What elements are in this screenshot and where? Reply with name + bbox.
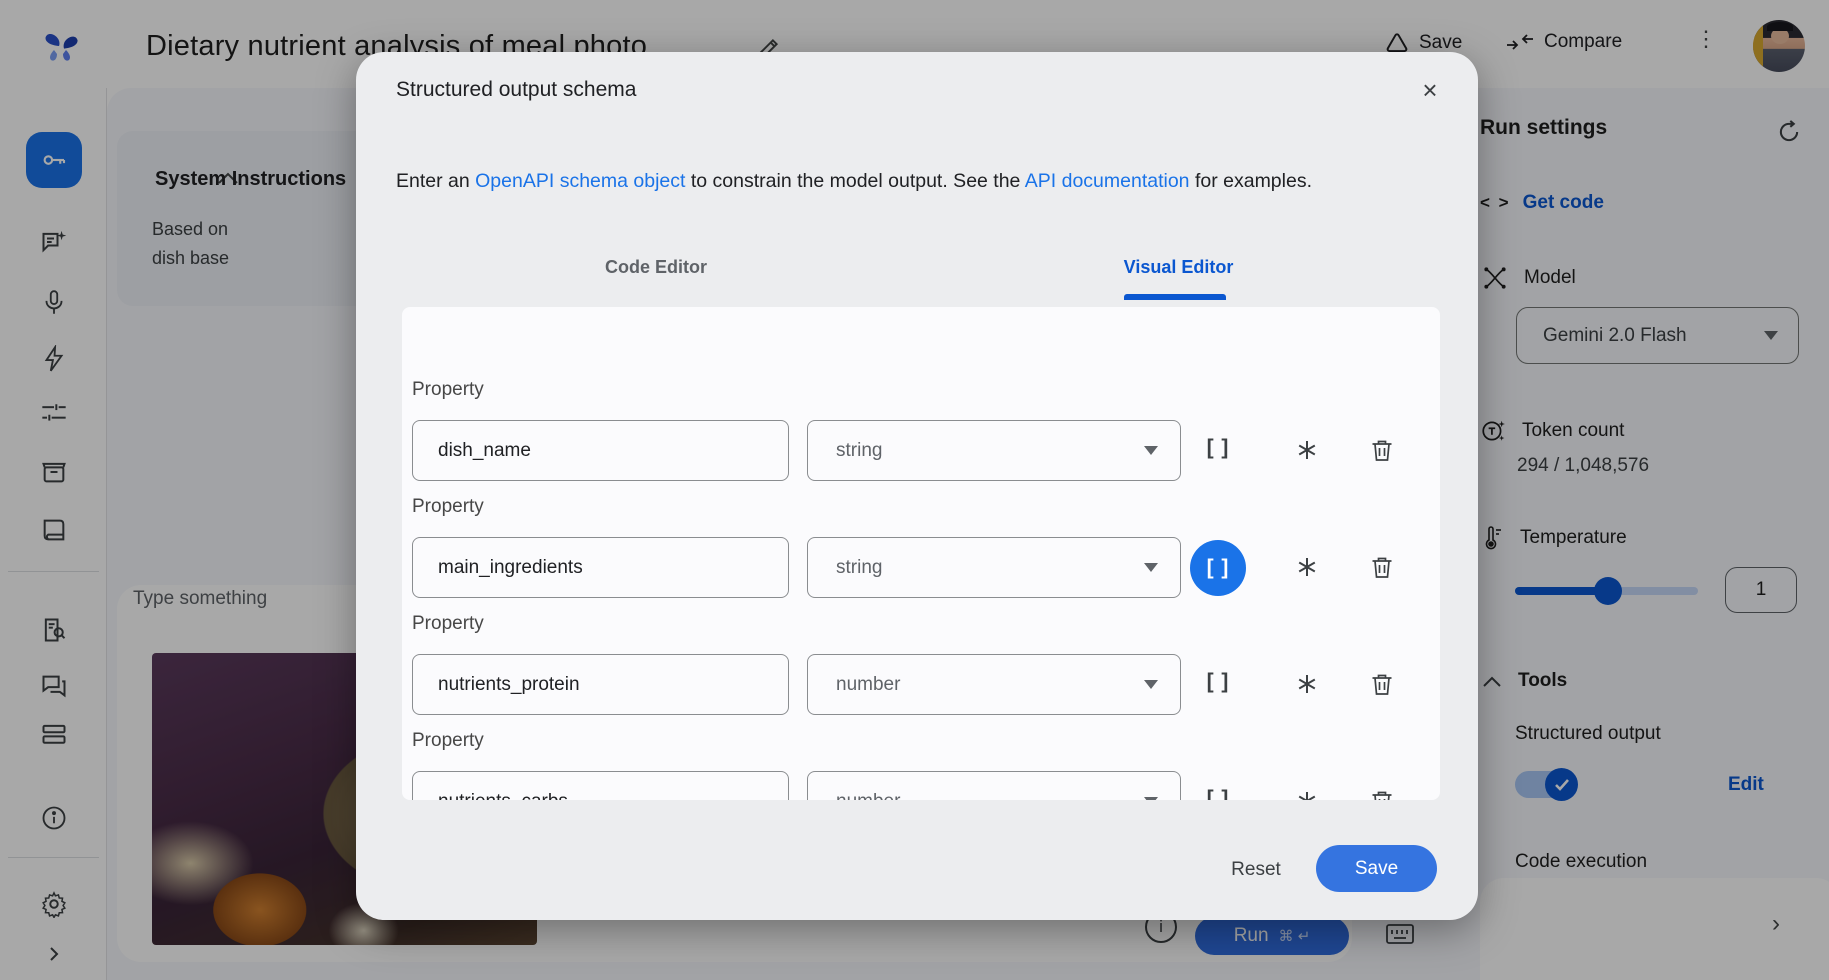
schema-properties-panel: Property string [ ] Property string [ ]: [402, 307, 1440, 800]
required-asterisk-button[interactable]: [1292, 435, 1322, 465]
reset-button[interactable]: Reset: [1216, 847, 1296, 892]
dialog-save-button[interactable]: Save: [1316, 845, 1437, 892]
api-documentation-link[interactable]: API documentation: [1025, 170, 1190, 192]
property-label: Property: [412, 613, 484, 635]
active-tab-underline: [1124, 294, 1226, 300]
property-type-select[interactable]: string: [807, 537, 1181, 598]
chevron-down-icon: [1144, 563, 1158, 572]
chevron-down-icon: [1144, 446, 1158, 455]
dialog-description: Enter an OpenAPI schema object to constr…: [396, 170, 1312, 193]
property-type-select[interactable]: string: [807, 420, 1181, 481]
tab-code-editor[interactable]: Code Editor: [596, 257, 716, 278]
property-name-input[interactable]: [412, 654, 789, 715]
array-toggle-button-active[interactable]: [ ]: [1190, 540, 1246, 596]
openapi-schema-link[interactable]: OpenAPI schema object: [475, 170, 685, 192]
array-toggle-button[interactable]: [ ]: [1190, 654, 1246, 710]
property-name-input[interactable]: [412, 537, 789, 598]
dialog-title: Structured output schema: [396, 78, 636, 102]
property-label: Property: [412, 379, 484, 401]
property-type-select[interactable]: number: [807, 654, 1181, 715]
required-asterisk-button[interactable]: [1292, 552, 1322, 582]
property-label: Property: [412, 730, 484, 752]
chevron-down-icon: [1144, 797, 1158, 800]
structured-output-schema-dialog: Structured output schema × Enter an Open…: [356, 52, 1478, 920]
required-asterisk-button[interactable]: [1292, 786, 1322, 800]
delete-property-button[interactable]: [1367, 669, 1397, 699]
property-type-select[interactable]: number: [807, 771, 1181, 800]
close-icon[interactable]: ×: [1414, 74, 1446, 106]
tab-visual-editor[interactable]: Visual Editor: [1121, 257, 1236, 278]
array-toggle-button[interactable]: [ ]: [1190, 771, 1246, 800]
property-label: Property: [412, 496, 484, 518]
array-toggle-button[interactable]: [ ]: [1190, 420, 1246, 476]
required-asterisk-button[interactable]: [1292, 669, 1322, 699]
property-name-input[interactable]: [412, 420, 789, 481]
delete-property-button[interactable]: [1367, 552, 1397, 582]
delete-property-button[interactable]: [1367, 786, 1397, 800]
property-name-input[interactable]: [412, 771, 789, 800]
chevron-down-icon: [1144, 680, 1158, 689]
delete-property-button[interactable]: [1367, 435, 1397, 465]
